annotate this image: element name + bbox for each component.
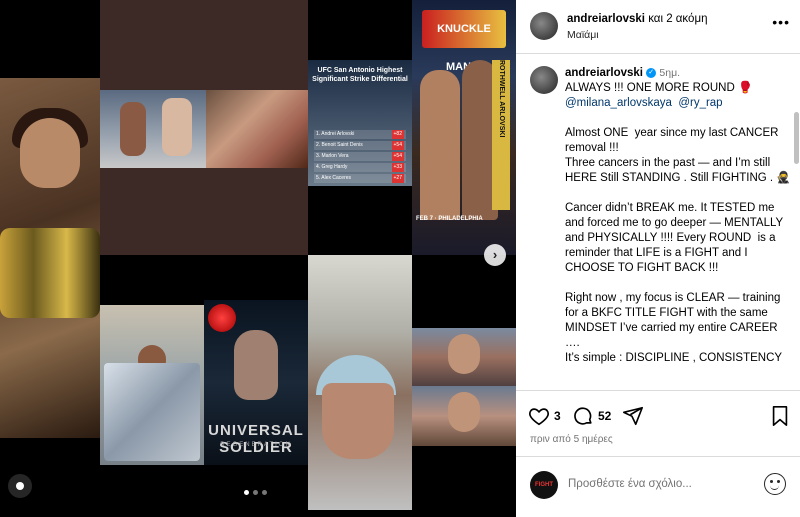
stats-row: 1. Andrei Arlovski +82 <box>314 130 406 139</box>
emoji-icon[interactable] <box>764 473 786 495</box>
avatar[interactable] <box>530 66 558 94</box>
heart-icon <box>529 408 549 426</box>
next-slide-button[interactable]: › <box>484 244 506 266</box>
stats-rows: 1. Andrei Arlovski +82 2. Benoit Saint De… <box>314 130 406 185</box>
image-fighter-2 <box>412 386 516 446</box>
post-location[interactable]: Μαϊάμι <box>567 29 599 41</box>
mention-link[interactable]: @ry_rap <box>678 97 722 109</box>
image-fight-poster: KNUCKLE MANIA ROTHWELL ARLOVSKI FEB 7 · … <box>412 0 516 255</box>
share-icon <box>623 406 643 426</box>
post-actions: 3 52 πριν από 5 ημέρες <box>516 390 800 448</box>
carousel-dot <box>253 490 258 495</box>
image-fighter-belt <box>0 78 100 438</box>
comment-box: FIGHT Προσθέστε ένα σχόλιο... <box>516 456 800 512</box>
poster-name: ROTHWELL ARLOVSKI <box>492 60 510 210</box>
save-button[interactable] <box>770 405 790 427</box>
poster-logo: KNUCKLE MANIA <box>422 10 506 73</box>
comment-count: 52 <box>598 409 612 423</box>
author-username[interactable]: andreiarlovski <box>567 13 645 25</box>
user-icon <box>16 482 24 490</box>
scrollbar[interactable] <box>794 112 799 164</box>
record-icon <box>208 304 236 332</box>
image-fight-closeup <box>206 90 308 168</box>
image-ice-bath <box>100 305 204 465</box>
caption-body: Almost ONE year since my last CANCER rem… <box>565 127 791 364</box>
avatar: FIGHT <box>530 471 558 499</box>
carousel-dot <box>262 490 267 495</box>
carousel-dot <box>244 490 249 495</box>
verified-icon: ✓ <box>646 67 657 78</box>
stats-row: 5. Alex Caceres +27 <box>314 174 406 183</box>
caption-text: andreiarlovski ✓ 5ημ. ALWAYS !!! ONE MOR… <box>565 66 793 366</box>
image-hospital-selfie <box>308 255 412 510</box>
post-side-panel: andreiarlovski και 2 ακόμη Μαϊάμι ••• an… <box>516 0 800 517</box>
comment-input[interactable]: Προσθέστε ένα σχόλιο... <box>568 478 692 490</box>
caption-area[interactable]: andreiarlovski ✓ 5ημ. ALWAYS !!! ONE MOR… <box>516 54 800 390</box>
image-fighter-1 <box>412 328 516 386</box>
image-movie-poster: UNIVERSAL SOLDIER REGENERATION <box>204 300 308 465</box>
stats-title: UFC San Antonio Highest Significant Stri… <box>312 67 408 83</box>
movie-subtitle: REGENERATION <box>220 442 292 448</box>
bookmark-icon <box>772 406 788 426</box>
stats-row: 4. Greg Hardy +33 <box>314 163 406 172</box>
like-button[interactable]: 3 <box>528 405 561 427</box>
image-fight-action <box>100 90 206 168</box>
comment-icon <box>574 407 592 425</box>
avatar[interactable] <box>530 12 558 40</box>
like-count: 3 <box>554 409 561 423</box>
mention-link[interactable]: @milana_arlovskaya <box>565 97 672 109</box>
caption-time: 5ημ. <box>659 67 681 79</box>
post-date[interactable]: πριν από 5 ημέρες <box>530 434 613 445</box>
comment-button[interactable]: 52 <box>572 405 611 427</box>
image-stats-graphic: UFC San Antonio Highest Significant Stri… <box>308 60 412 186</box>
stats-row: 3. Marlon Vera +54 <box>314 152 406 161</box>
movie-title: UNIVERSAL SOLDIER <box>208 422 304 456</box>
post-header: andreiarlovski και 2 ακόμη Μαϊάμι ••• <box>516 0 800 54</box>
stats-row: 2. Benoit Saint Denis +54 <box>314 141 406 150</box>
carousel-indicator <box>244 490 267 495</box>
share-button[interactable] <box>622 405 644 427</box>
poster-date: FEB 7 · PHILADELPHIA <box>416 216 483 222</box>
caption-first-line: ALWAYS !!! ONE MORE ROUND 🥊 <box>565 82 753 94</box>
media-carousel[interactable]: UFC San Antonio Highest Significant Stri… <box>0 0 516 517</box>
post-viewer: UFC San Antonio Highest Significant Stri… <box>0 0 800 517</box>
caption-username[interactable]: andreiarlovski <box>565 67 643 79</box>
more-options-icon[interactable]: ••• <box>772 14 790 30</box>
coauthors-link[interactable]: και 2 ακόμη <box>648 13 707 25</box>
tagged-users-button[interactable] <box>8 474 32 498</box>
post-author[interactable]: andreiarlovski και 2 ακόμη <box>567 13 707 25</box>
